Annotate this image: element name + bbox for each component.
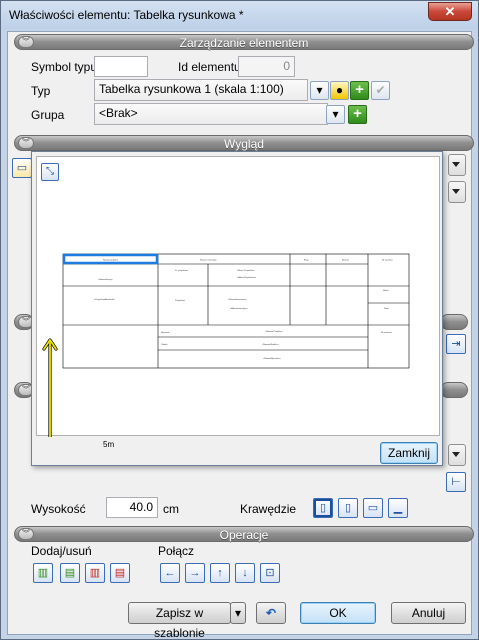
export-icon[interactable]: ⇥ [446,334,466,354]
table-cell: Nr rysunku [382,259,393,262]
group-dropdown-button[interactable]: ▾ [326,105,345,124]
table-cell: Data [384,307,389,310]
group-label: Grupa [31,108,65,122]
table-cell: Rysunek [161,332,170,334]
table-cell: Skala [383,290,389,292]
section-appearance-header[interactable]: ︾ Wygląd [14,135,474,151]
bulb-icon[interactable]: ● [330,81,349,100]
join-left-icon[interactable]: ← [160,563,180,583]
section-management-header[interactable]: ︾ Zarządzanie elementem [14,34,474,50]
type-dropdown-button[interactable]: ▾ [310,81,329,100]
edge-bottom-button[interactable]: ▁ [388,498,408,518]
hidden-combo-2[interactable] [448,181,466,203]
scale-label: 5m [103,440,115,449]
height-input[interactable]: 40.0 [106,497,158,518]
add-group-button[interactable]: + [348,105,367,124]
table-cell: <ProjektantArchitekt> [94,298,116,301]
ok-button[interactable]: OK [300,602,376,624]
table-cell: <AdresInwestycji> [230,307,248,310]
join-right-icon[interactable]: → [185,563,205,583]
table-cell: Nazwa projektu [103,259,119,262]
hidden-combo-1[interactable] [448,154,466,176]
hidden-section-header-2-end [440,382,468,398]
window-title: Właściwości elementu: Tabelka rysunkowa … [9,8,244,22]
height-label: Wysokość [31,502,86,516]
title-bar: Właściwości elementu: Tabelka rysunkowa … [1,1,478,29]
table-cell: <NazwaFirmy> [98,278,113,281]
add-remove-label: Dodaj/usuń [31,544,92,558]
preview-popup: ⤡ Nazwa projektu Nazwa inwestycji Etap B… [31,151,443,466]
table-cell: Nazwa inwestycji [200,259,217,262]
type-combo[interactable]: Tabelka rysunkowa 1 (skala 1:100) [94,79,308,101]
table-cell: <NazwaRysunku> [263,357,281,360]
confirm-check-icon[interactable]: ✔ [371,81,390,100]
save-template-dropdown[interactable]: ▾ [230,602,246,624]
preview-canvas: ⤡ Nazwa projektu Nazwa inwestycji Etap B… [36,156,440,449]
join-label: Połącz [158,544,195,558]
table-cell: <Nazwa Projektu> [265,330,284,333]
edge-both-button[interactable]: ▯ [338,498,358,518]
type-label: Typ [31,84,51,98]
edge-top-button[interactable]: ▭ [363,498,383,518]
hidden-combo-3[interactable] [448,444,466,466]
table-style-icon[interactable]: ▭ [12,158,32,178]
element-id-field: 0 [238,56,295,77]
symbol-type-label: Symbol typu [31,60,98,74]
close-window-button[interactable]: ✕ [428,2,472,21]
table-cell: Projektant [175,299,185,302]
join-down-icon[interactable]: ↓ [235,563,255,583]
symbol-type-input[interactable] [94,56,148,77]
add-column-icon[interactable]: ▥ [33,563,53,583]
table-cell: Obiekt [161,343,168,346]
table-cell: <Biuro Projektów> [237,269,256,272]
table-cell: <NazwaInwestora> [228,298,247,301]
split-cell-icon[interactable]: ⊡ [260,563,280,583]
section-management-label: Zarządzanie elementem [179,36,309,50]
close-preview-button[interactable]: Zamknij [380,442,438,464]
cancel-button[interactable]: Anuluj [391,602,466,624]
table-cell: Zr. projektant [175,269,188,272]
section-operations-header[interactable]: ︾ Operacje [14,526,474,542]
title-block-grid [62,253,410,369]
add-type-button[interactable]: + [350,81,369,100]
save-template-button[interactable]: Zapisz w szablonie [128,602,231,640]
add-row-icon[interactable]: ▤ [60,563,80,583]
section-appearance-label: Wygląd [224,137,264,151]
height-unit: cm [163,502,179,516]
table-cell: Nr arkusza [381,331,392,334]
group-combo[interactable]: <Brak> [94,103,328,125]
join-up-icon[interactable]: ↑ [210,563,230,583]
remove-row-icon[interactable]: ▤ [110,563,130,583]
scale-axis-arrows [43,339,57,437]
table-cell: Etap [304,259,309,262]
undo-icon[interactable]: ↶ [256,602,286,624]
table-cell: <AdresProjektanta> [237,276,257,279]
section-operations-label: Operacje [219,528,269,542]
hidden-section-header-end [440,314,468,330]
properties-window: Właściwości elementu: Tabelka rysunkowa … [0,0,479,640]
edge-left-button[interactable]: ▯ [313,498,333,518]
element-id-label: Id elementu [178,60,241,74]
remove-column-icon[interactable]: ▥ [85,563,105,583]
align-icon[interactable]: ⊢ [446,472,466,492]
edges-label: Krawędzie [240,502,297,516]
table-cell: Branża [342,259,350,262]
preview-drawing: Nazwa projektu Nazwa inwestycji Etap Bra… [42,253,410,437]
table-cell: <NazwaObiektu> [262,343,280,346]
